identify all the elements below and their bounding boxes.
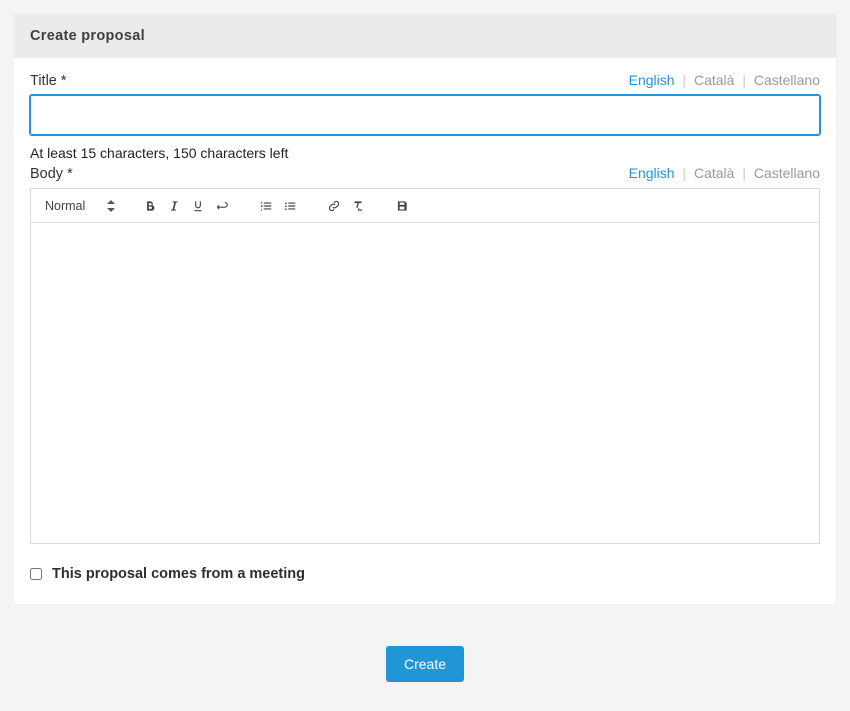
ordered-list-button[interactable] [255, 194, 277, 218]
svg-text:x: x [358, 206, 361, 211]
lang-separator: | [742, 165, 746, 181]
dropdown-caret-icon [107, 200, 115, 212]
form-body: Title * English | Català | Castellano At… [14, 58, 836, 604]
format-select[interactable]: Normal [41, 197, 119, 215]
ordered-list-icon [259, 199, 273, 213]
meeting-checkbox-row: This proposal comes from a meeting [30, 566, 820, 582]
bold-button[interactable] [139, 194, 161, 218]
title-language-tabs: English | Català | Castellano [629, 72, 820, 88]
body-label: Body * [30, 166, 73, 182]
title-label: Title * [30, 73, 67, 89]
clear-format-icon: x [351, 199, 365, 213]
lang-tab-castellano[interactable]: Castellano [754, 72, 820, 88]
title-row: Title * English | Català | Castellano [30, 72, 820, 89]
underline-button[interactable] [187, 194, 209, 218]
lang-tab-english[interactable]: English [629, 165, 675, 181]
title-help-text: At least 15 characters, 150 characters l… [30, 145, 820, 161]
body-section: Body * English | Català | Castellano Nor… [30, 165, 820, 544]
lang-tab-castellano[interactable]: Castellano [754, 165, 820, 181]
submit-row: Create [14, 646, 836, 688]
body-row: Body * English | Català | Castellano [30, 165, 820, 182]
link-icon [327, 199, 341, 213]
meeting-checkbox[interactable] [30, 568, 42, 580]
save-button[interactable] [391, 194, 413, 218]
lang-separator: | [682, 72, 686, 88]
title-input[interactable] [30, 95, 820, 135]
create-button[interactable]: Create [386, 646, 464, 682]
meeting-checkbox-label: This proposal comes from a meeting [52, 566, 305, 582]
linebreak-icon [215, 199, 229, 213]
italic-button[interactable] [163, 194, 185, 218]
italic-icon [167, 199, 181, 213]
lang-separator: | [682, 165, 686, 181]
lang-tab-catala[interactable]: Català [694, 72, 734, 88]
clear-format-button[interactable]: x [347, 194, 369, 218]
underline-icon [191, 199, 205, 213]
create-proposal-card: Create proposal Title * English | Català… [14, 14, 836, 604]
linebreak-button[interactable] [211, 194, 233, 218]
unordered-list-icon [283, 199, 297, 213]
card-title: Create proposal [14, 14, 836, 58]
bold-icon [143, 199, 157, 213]
editor-toolbar: Normal [31, 189, 819, 223]
body-editor-area[interactable] [31, 223, 819, 543]
link-button[interactable] [323, 194, 345, 218]
format-select-label: Normal [45, 199, 85, 213]
lang-tab-catala[interactable]: Català [694, 165, 734, 181]
body-language-tabs: English | Català | Castellano [629, 165, 820, 181]
rich-text-editor: Normal [30, 188, 820, 544]
lang-separator: | [742, 72, 746, 88]
lang-tab-english[interactable]: English [629, 72, 675, 88]
save-icon [395, 199, 409, 213]
unordered-list-button[interactable] [279, 194, 301, 218]
